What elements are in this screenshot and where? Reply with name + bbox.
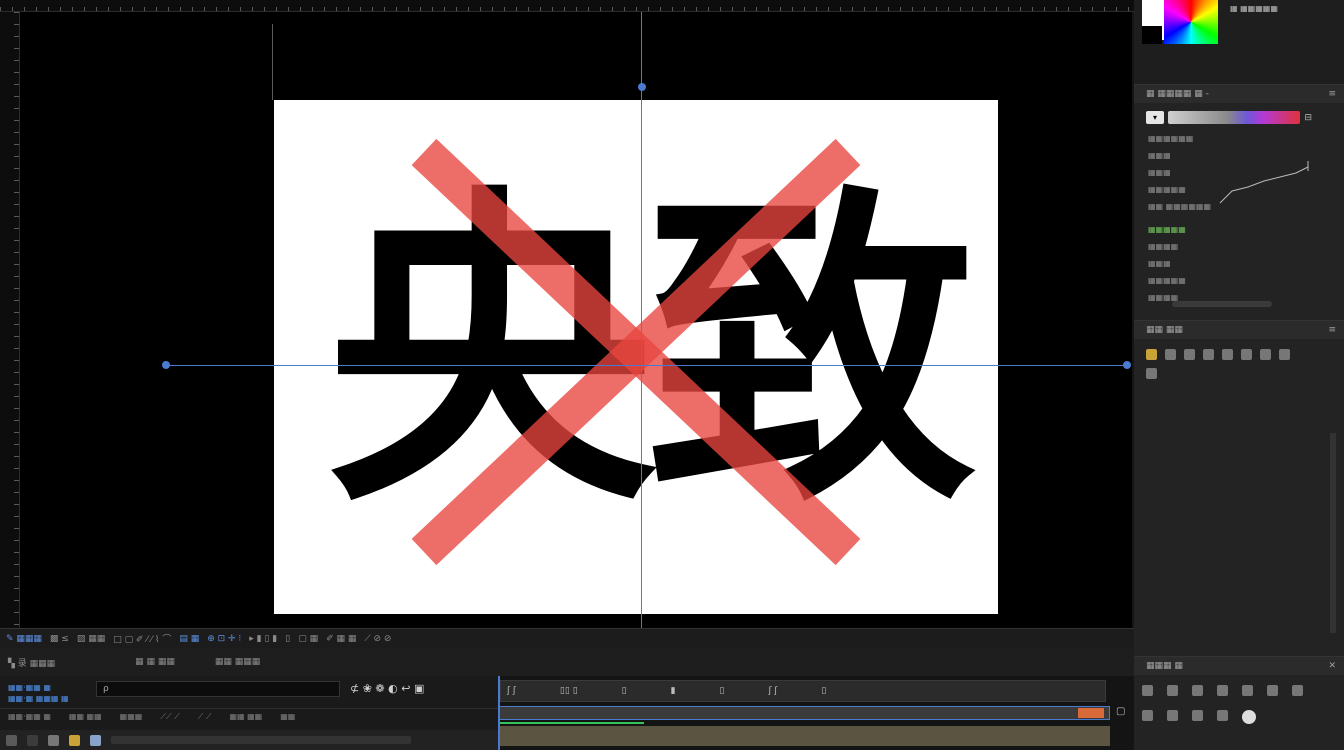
layer-search-input[interactable]: ρ bbox=[96, 681, 340, 697]
bg-color-swatch[interactable] bbox=[1142, 26, 1162, 44]
layer-label-blue: ▦▦·▦▦ ▦ ▦▦·▦ ▦▦▦ ▦ bbox=[8, 683, 69, 703]
lock-icon[interactable]: ▢ bbox=[1116, 706, 1125, 717]
layer-clip-bar[interactable] bbox=[498, 726, 1110, 746]
properties-icons bbox=[1134, 339, 1314, 389]
layer-row[interactable] bbox=[0, 730, 498, 750]
tool-icon[interactable] bbox=[1192, 710, 1203, 721]
tool-icon[interactable] bbox=[1242, 685, 1253, 696]
tool-icon[interactable] bbox=[1217, 710, 1228, 721]
tools-title: ▦▦▦ ▦ bbox=[1146, 661, 1183, 671]
lock-icon[interactable] bbox=[27, 734, 38, 746]
timeline-tab[interactable]: ▚ 录 ▦▦▦ bbox=[8, 656, 55, 669]
distribute-icon[interactable] bbox=[1222, 349, 1233, 360]
tool-icon[interactable] bbox=[1167, 685, 1178, 696]
tool-icon[interactable] bbox=[1142, 710, 1153, 721]
toolbar-item[interactable]: ▤ ▦ bbox=[179, 634, 199, 644]
eye-icon[interactable] bbox=[6, 734, 17, 746]
properties-panel: ▦▦ ▦▦ ≡ bbox=[1134, 320, 1344, 656]
color-panel: ▦ ▦▦▦▦▦ bbox=[1134, 0, 1344, 84]
toolbar-item[interactable]: □ ▢ ✐ ⁄ ⁄ ⌇ ⌒ bbox=[113, 632, 171, 645]
timeline-tab[interactable]: ▦ ▦ ▦▦ bbox=[135, 657, 175, 667]
tools-panel: ▦▦▦ ▦ ✕ bbox=[1134, 656, 1344, 750]
time-ruler[interactable]: ʃ ʃ ▯▯ ▯ ▯ ▮ ▯ ʃ ʃ ▯ bbox=[500, 680, 1106, 702]
distribute-icon[interactable] bbox=[1146, 368, 1157, 379]
render-progress bbox=[500, 722, 644, 724]
artboard[interactable]: 央 致 bbox=[274, 100, 998, 614]
toolbar-item[interactable]: ▸ ▮ ▯ ▮ bbox=[249, 634, 277, 644]
cross-mark-icon bbox=[411, 138, 861, 566]
curve-graph-icon[interactable] bbox=[1218, 157, 1310, 207]
adjustments-panel: ▦ ▦▦▦▦ ▦ - ≡ ▾ ⊟ ▦▦▦▦▦▦ ▦▦▦ ▦▦▦ ▦▦▦▦▦ ▦▦ … bbox=[1134, 84, 1344, 320]
adjust-slider[interactable] bbox=[1172, 301, 1272, 307]
align-icon[interactable] bbox=[1146, 349, 1157, 360]
guide-vertical[interactable] bbox=[641, 12, 642, 628]
guide-anchor-right[interactable] bbox=[1123, 361, 1131, 369]
toolbar-item[interactable]: ▯ bbox=[285, 634, 290, 644]
layer-thumb bbox=[48, 734, 59, 746]
properties-title: ▦▦ ▦▦ bbox=[1146, 325, 1183, 335]
timeline-tracks: ʃ ʃ ▯▯ ▯ ▯ ▮ ▯ ʃ ʃ ▯ ▢ bbox=[498, 676, 1134, 750]
layer-list: ▦▦·▦▦ ▦ ▦▦·▦ ▦▦▦ ▦ ρ ⊄ ❀ ❁ ◐ ↩ ▣ ▦▦·▦▦ ▦… bbox=[0, 676, 498, 750]
adjust-row[interactable]: ▦▦▦▦▦ bbox=[1134, 272, 1344, 289]
artboard-edge-line bbox=[272, 24, 273, 100]
toolbar-item[interactable]: ⟋ ⊘ ⊘ bbox=[364, 634, 391, 644]
toolbar-item[interactable]: ▩ ≤ bbox=[50, 634, 69, 644]
toolbar-item[interactable]: ⊕ ⊡ ✛ ⁝ bbox=[207, 634, 241, 644]
timeline-tab[interactable]: ▦▦ ▦▦▦ bbox=[215, 657, 260, 667]
panel-scrollbar[interactable] bbox=[1330, 433, 1336, 633]
toolbar-item[interactable]: ✎ ▦▦▦ bbox=[6, 634, 42, 644]
ruler-left bbox=[0, 12, 20, 628]
toolbar-item[interactable]: ✐ ▦ ▦ bbox=[326, 634, 356, 644]
panel-menu-icon[interactable]: ≡ bbox=[1328, 89, 1336, 99]
toolbar-item[interactable]: ▨ ▦▦ bbox=[77, 634, 105, 644]
tools-grid bbox=[1134, 675, 1334, 734]
layer-name-bar bbox=[111, 736, 411, 744]
time-indicator[interactable] bbox=[498, 676, 500, 750]
record-icon[interactable] bbox=[1242, 710, 1256, 724]
tool-icon[interactable] bbox=[1192, 685, 1203, 696]
layer-tool-icons[interactable]: ⊄ ❀ ❁ ◐ ↩ ▣ bbox=[350, 682, 424, 695]
tool-icon[interactable] bbox=[1142, 685, 1153, 696]
work-area-bar[interactable] bbox=[498, 706, 1110, 720]
adjust-row[interactable]: ▦▦▦▦ bbox=[1134, 238, 1344, 255]
tool-icon[interactable] bbox=[1267, 685, 1278, 696]
distribute-icon[interactable] bbox=[1241, 349, 1252, 360]
adjust-row[interactable]: ▦▦▦▦▦▦ bbox=[1134, 130, 1344, 147]
panel-menu-icon[interactable]: ≡ bbox=[1328, 325, 1336, 335]
guide-anchor-left[interactable] bbox=[162, 361, 170, 369]
ruler-top bbox=[0, 0, 1134, 12]
tool-icon[interactable] bbox=[1292, 685, 1303, 696]
tool-icon[interactable] bbox=[1217, 685, 1228, 696]
gradient-edit-icon[interactable]: ⊟ bbox=[1304, 113, 1312, 123]
swatches-label: ▦ ▦▦▦▦▦ bbox=[1230, 4, 1278, 13]
close-icon[interactable]: ✕ bbox=[1328, 661, 1336, 671]
gradient-bar[interactable] bbox=[1168, 111, 1301, 124]
gradient-preset-icon[interactable]: ▾ bbox=[1146, 111, 1164, 124]
color-spectrum[interactable] bbox=[1164, 0, 1218, 44]
align-icon[interactable] bbox=[1165, 349, 1176, 360]
adjust-row[interactable]: ▦▦▦ bbox=[1134, 255, 1344, 272]
layer-columns: ▦▦·▦▦ ▦ ▦▦ ▦▦ ▦▦▦ ⟋⟋ ⟋ ⟋ ⟋ ▦▦ ▦▦ ▦▦ bbox=[8, 712, 296, 721]
adjustments-title: ▦ ▦▦▦▦ ▦ - bbox=[1146, 89, 1209, 99]
canvas-toolbar: ✎ ▦▦▦ ▩ ≤ ▨ ▦▦ □ ▢ ✐ ⁄ ⁄ ⌇ ⌒ ▤ ▦ ⊕ ⊡ ✛ ⁝… bbox=[0, 628, 1134, 648]
guide-anchor-top[interactable] bbox=[638, 83, 646, 91]
distribute-icon[interactable] bbox=[1279, 349, 1290, 360]
adjust-row-green[interactable]: ▦▦▦▦▦ bbox=[1134, 221, 1344, 238]
layer-divider bbox=[0, 708, 498, 709]
playhead-marker[interactable] bbox=[1078, 708, 1104, 718]
toolbar-item[interactable]: ▢ ▦ bbox=[298, 634, 318, 644]
timeline-header: ▚ 录 ▦▦▦ ▦ ▦ ▦▦ ▦▦ ▦▦▦ bbox=[0, 648, 1134, 676]
layer-thumb-blue bbox=[90, 734, 101, 746]
tool-icon[interactable] bbox=[1167, 710, 1178, 721]
label-color-icon[interactable] bbox=[69, 734, 80, 746]
distribute-icon[interactable] bbox=[1260, 349, 1271, 360]
guide-horizontal[interactable] bbox=[166, 365, 1128, 366]
align-icon[interactable] bbox=[1184, 349, 1195, 360]
align-icon[interactable] bbox=[1203, 349, 1214, 360]
